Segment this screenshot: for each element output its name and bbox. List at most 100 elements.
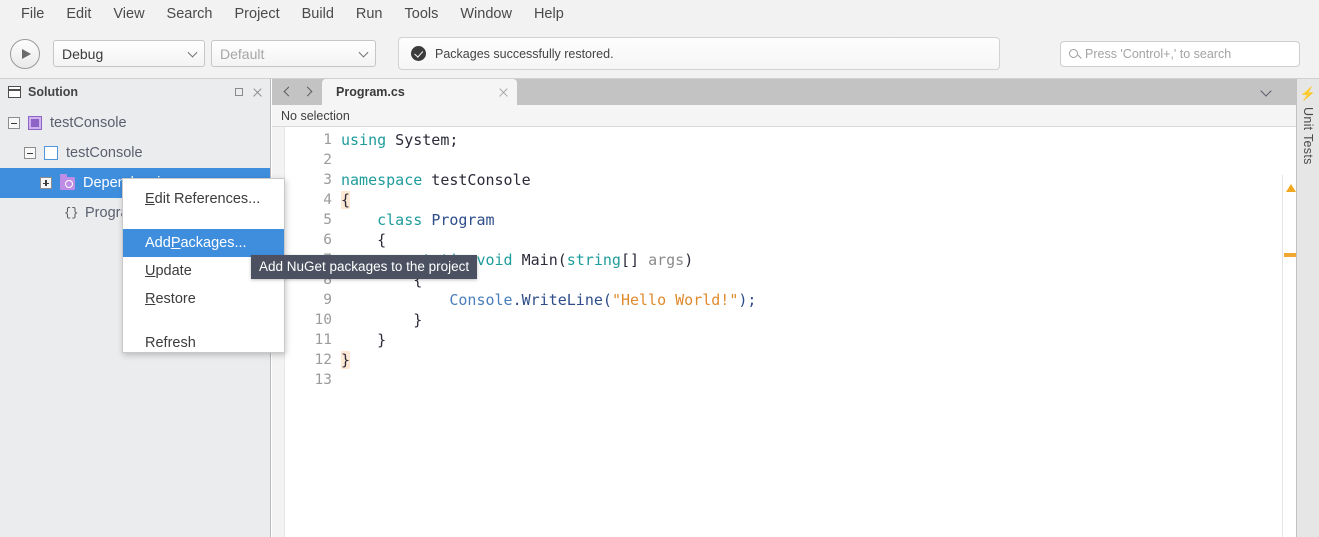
code-line[interactable]: 11 } [285, 330, 1296, 350]
code-text: { [335, 191, 351, 209]
tree-item-label: testConsole [50, 115, 127, 131]
editor-tabstrip: Program.cs [272, 79, 1296, 105]
menu-item-project[interactable]: Project [224, 0, 291, 29]
code-token: } [341, 331, 387, 349]
menu-separator-gap [123, 313, 284, 329]
menu-bar: File Edit View Search Project Build Run … [0, 0, 1319, 29]
code-token: args [648, 251, 685, 269]
code-token: ) [684, 251, 694, 269]
chevron-right-icon[interactable] [300, 84, 316, 100]
global-search-box[interactable] [1060, 40, 1300, 67]
code-token: System; [386, 131, 459, 149]
menu-item-build[interactable]: Build [291, 0, 345, 29]
line-number: 12 [314, 352, 332, 368]
menu-item-search[interactable]: Search [156, 0, 224, 29]
code-line[interactable]: 12} [285, 350, 1296, 370]
chevron-down-icon[interactable] [1262, 87, 1272, 97]
code-text: } [335, 311, 422, 329]
expander-minus-icon[interactable] [24, 147, 36, 159]
lightning-bolt-icon: ⚡ [1299, 86, 1317, 101]
line-number: 10 [314, 312, 332, 328]
code-line[interactable]: 13 [285, 370, 1296, 390]
menu-item-prefix: Add [145, 235, 171, 251]
configuration-dropdown[interactable]: Debug [53, 40, 205, 67]
code-token: } [341, 351, 351, 369]
menu-item-view[interactable]: View [102, 0, 155, 29]
code-line[interactable]: 3 namespace testConsole [285, 170, 1296, 190]
line-number: 4 [323, 192, 332, 208]
code-token: namespace [341, 171, 423, 189]
editor-vertical-scrollbar[interactable] [1282, 175, 1297, 537]
code-token: ( [557, 251, 567, 269]
dock-item-unit-tests[interactable]: Unit Tests [1301, 107, 1315, 165]
menu-separator-gap [123, 213, 284, 229]
code-editor[interactable]: 1 using System; 2 3 namespace testConsole 4{5… [272, 127, 1297, 537]
menu-item-window[interactable]: Window [449, 0, 523, 29]
status-widget[interactable]: Packages successfully restored. [398, 37, 1000, 70]
code-text: using System; [335, 131, 458, 149]
close-icon[interactable] [252, 87, 263, 98]
breadcrumb-label: No selection [281, 108, 350, 123]
runtime-dropdown[interactable]: Default [211, 40, 376, 67]
line-number: 11 [314, 332, 332, 348]
csharp-file-icon: {} [64, 205, 79, 220]
context-menu-item-edit-references[interactable]: Edit References... [123, 185, 284, 213]
expander-minus-icon[interactable] [8, 117, 20, 129]
context-menu-item-restore[interactable]: Restore [123, 285, 284, 313]
context-menu-item-add-packages[interactable]: Add Packages... [123, 229, 284, 257]
line-number: 6 [323, 232, 332, 248]
code-lines[interactable]: 1 using System; 2 3 namespace testConsole 4{5… [285, 127, 1296, 537]
tooltip: Add NuGet packages to the project [251, 255, 478, 279]
run-button[interactable] [10, 38, 40, 69]
expander-plus-icon[interactable] [40, 177, 52, 189]
close-icon[interactable] [498, 87, 509, 98]
menu-item-file[interactable]: File [10, 0, 55, 29]
code-line[interactable]: 2 [285, 150, 1296, 170]
code-line[interactable]: 10 } [285, 310, 1296, 330]
ide-window: File Edit View Search Project Build Run … [0, 0, 1319, 537]
search-icon [1069, 49, 1078, 58]
menu-item-run[interactable]: Run [345, 0, 394, 29]
breadcrumb[interactable]: No selection [272, 105, 1296, 127]
code-line[interactable]: 9 Console.WriteLine("Hello World!"); [285, 290, 1296, 310]
context-menu-item-refresh[interactable]: Refresh [123, 329, 284, 357]
play-icon [22, 48, 31, 59]
project-icon [44, 146, 58, 160]
status-message: Packages successfully restored. [435, 46, 614, 61]
code-token: testConsole [422, 171, 531, 189]
solution-icon [28, 116, 42, 130]
chevron-left-icon[interactable] [280, 84, 296, 100]
line-number: 3 [323, 172, 332, 188]
tree-item-solution[interactable]: testConsole [0, 108, 270, 138]
code-token: { [341, 231, 387, 249]
menu-item-edit[interactable]: Edit [55, 0, 102, 29]
code-token: Main [521, 251, 558, 269]
editor-area: Program.cs No selection 1 using System; 2 3… [272, 79, 1297, 537]
minimize-icon[interactable] [235, 88, 243, 96]
tab-label: Program.cs [336, 85, 405, 99]
runtime-value: Default [220, 45, 265, 62]
code-token: using [341, 131, 387, 149]
tree-item-project[interactable]: testConsole [0, 138, 270, 168]
tab-program-cs[interactable]: Program.cs [322, 79, 517, 105]
code-line[interactable]: 1 using System; [285, 130, 1296, 150]
code-token: string [566, 251, 621, 269]
code-line[interactable]: 4{ [285, 190, 1296, 210]
warning-triangle-icon[interactable] [1286, 184, 1296, 192]
search-input[interactable] [1085, 46, 1285, 61]
menu-item-suffix: Refresh [145, 335, 196, 351]
code-text: } [335, 331, 386, 349]
code-token: Console [449, 291, 513, 309]
chevron-down-icon [187, 47, 198, 58]
code-token: ); [738, 291, 757, 309]
menu-item-help[interactable]: Help [523, 0, 575, 29]
menu-item-mnemonic: P [170, 235, 181, 251]
menu-item-tools[interactable]: Tools [394, 0, 450, 29]
check-circle-icon [411, 46, 426, 61]
code-line[interactable]: 6 { [285, 230, 1296, 250]
code-token: class [377, 211, 423, 229]
code-line[interactable]: 5 class Program [285, 210, 1296, 230]
